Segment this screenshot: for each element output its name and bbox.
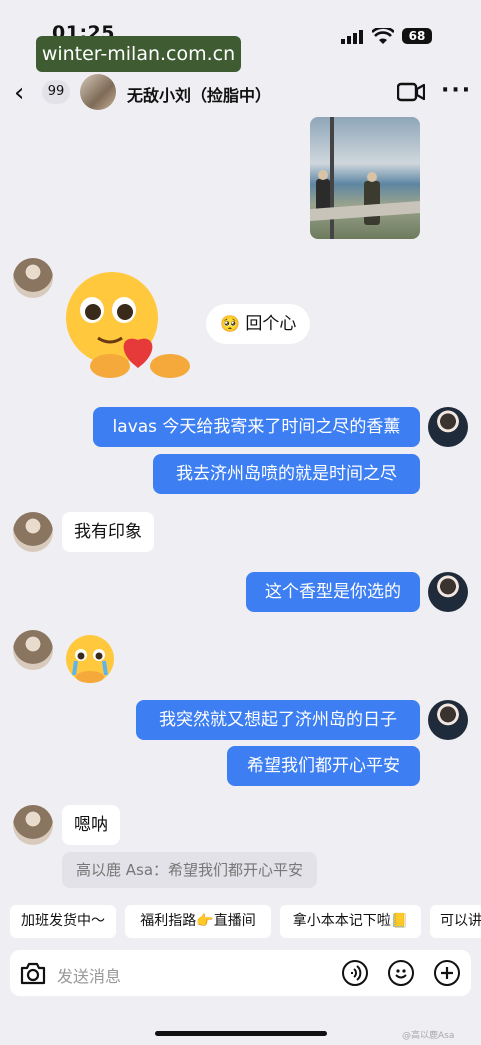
message-bubble[interactable]: 嗯呐 <box>62 805 120 845</box>
message-bubble[interactable]: lavas 今天给我寄来了时间之尽的香薰 <box>93 407 420 447</box>
back-arrow-icon[interactable]: ‹ <box>14 78 24 108</box>
emoji-icon[interactable] <box>388 960 414 986</box>
contact-name[interactable]: 无敌小刘（捡脂中） <box>127 82 271 106</box>
wifi-icon <box>372 28 394 44</box>
quick-reply-chip[interactable]: 拿小本本记下啦📒 <box>280 905 421 938</box>
message-bubble[interactable]: 🥺 回个心 <box>206 304 311 344</box>
contact-avatar[interactable] <box>80 74 116 110</box>
video-call-icon[interactable] <box>397 82 425 102</box>
message-bubble[interactable]: 我去济州岛喷的就是时间之尽 <box>153 454 420 494</box>
quick-reply-chip[interactable]: 可以讲 <box>430 905 481 938</box>
message-bubble[interactable]: 希望我们都开心平安 <box>227 746 420 786</box>
unread-badge: 99 <box>42 80 70 104</box>
sent-photo[interactable] <box>310 117 420 239</box>
contact-avatar[interactable] <box>13 630 53 670</box>
footer-watermark: @高以鹿Asa <box>402 1031 455 1041</box>
watermark: winter-milan.com.cn <box>36 36 241 72</box>
heart-hands-emoji-icon <box>66 272 190 378</box>
my-avatar[interactable] <box>428 572 468 612</box>
quick-reply-chip[interactable]: 加班发货中～ <box>10 905 116 938</box>
signal-icon <box>341 30 363 44</box>
voice-icon[interactable] <box>342 960 368 986</box>
more-icon[interactable]: ··· <box>441 78 472 103</box>
message-text: 回个心 <box>245 314 297 334</box>
home-indicator[interactable] <box>155 1031 327 1036</box>
camera-icon[interactable] <box>20 961 46 985</box>
message-bubble[interactable]: 我有印象 <box>62 512 154 552</box>
message-input[interactable]: 发送消息 <box>57 963 121 987</box>
contact-avatar[interactable] <box>13 512 53 552</box>
my-avatar[interactable] <box>428 700 468 740</box>
message-bubble[interactable]: 我突然就又想起了济州岛的日子 <box>136 700 420 740</box>
contact-avatar[interactable] <box>13 805 53 845</box>
plus-icon[interactable] <box>434 960 460 986</box>
message-bubble[interactable]: 这个香型是你选的 <box>246 572 420 612</box>
quoted-message[interactable]: 高以鹿 Asa：希望我们都开心平安 <box>62 852 318 888</box>
quick-reply-chip[interactable]: 福利指路👉直播间 <box>125 905 271 938</box>
my-avatar[interactable] <box>428 407 468 447</box>
battery-indicator: 68 <box>402 28 432 44</box>
pleading-emoji-icon: 🥺 <box>220 314 240 333</box>
contact-avatar[interactable] <box>13 258 53 298</box>
crying-face-emoji-icon <box>66 635 114 683</box>
